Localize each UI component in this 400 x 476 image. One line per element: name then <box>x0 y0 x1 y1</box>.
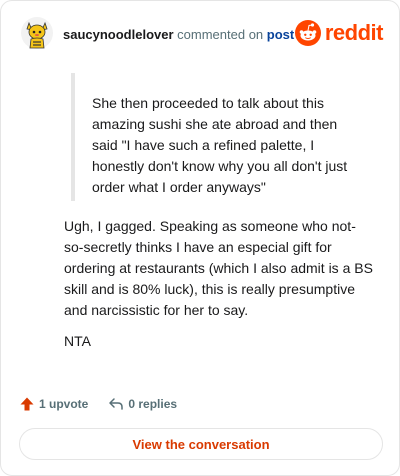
comment-meta: saucynoodlelover commented on post <box>63 27 294 42</box>
upvote-arrow-icon <box>20 397 34 411</box>
comment-header: saucynoodlelover commented on post reddi… <box>21 17 384 53</box>
reddit-logo-icon <box>294 20 321 46</box>
user-avatar[interactable] <box>21 17 53 49</box>
username-link[interactable]: saucynoodlelover <box>63 27 174 42</box>
comment-stats: 1 upvote 0 replies <box>19 395 177 413</box>
reply-count: 0 replies <box>128 397 178 411</box>
action-text: commented on <box>173 27 267 42</box>
reply-arrow-icon <box>109 398 124 410</box>
avatar-icon <box>21 17 53 49</box>
quote-text: She then proceeded to talk about this am… <box>92 95 348 195</box>
upvote-stat[interactable]: 1 upvote <box>19 396 88 412</box>
upvote-count: 1 upvote <box>39 397 89 411</box>
reply-stat[interactable]: 0 replies <box>108 396 177 412</box>
comment-paragraph: Ugh, I gagged. Speaking as someone who n… <box>64 218 373 318</box>
comment-paragraph-verdict: NTA <box>64 333 91 349</box>
reddit-brand[interactable]: reddit <box>294 20 384 46</box>
post-link[interactable]: post <box>267 27 294 42</box>
reddit-wordmark: reddit <box>324 20 384 45</box>
blockquote: She then proceeded to talk about this am… <box>71 73 363 201</box>
view-conversation-button[interactable]: View the conversation <box>19 428 383 460</box>
embedded-comment-card: saucynoodlelover commented on post reddi… <box>0 0 400 476</box>
